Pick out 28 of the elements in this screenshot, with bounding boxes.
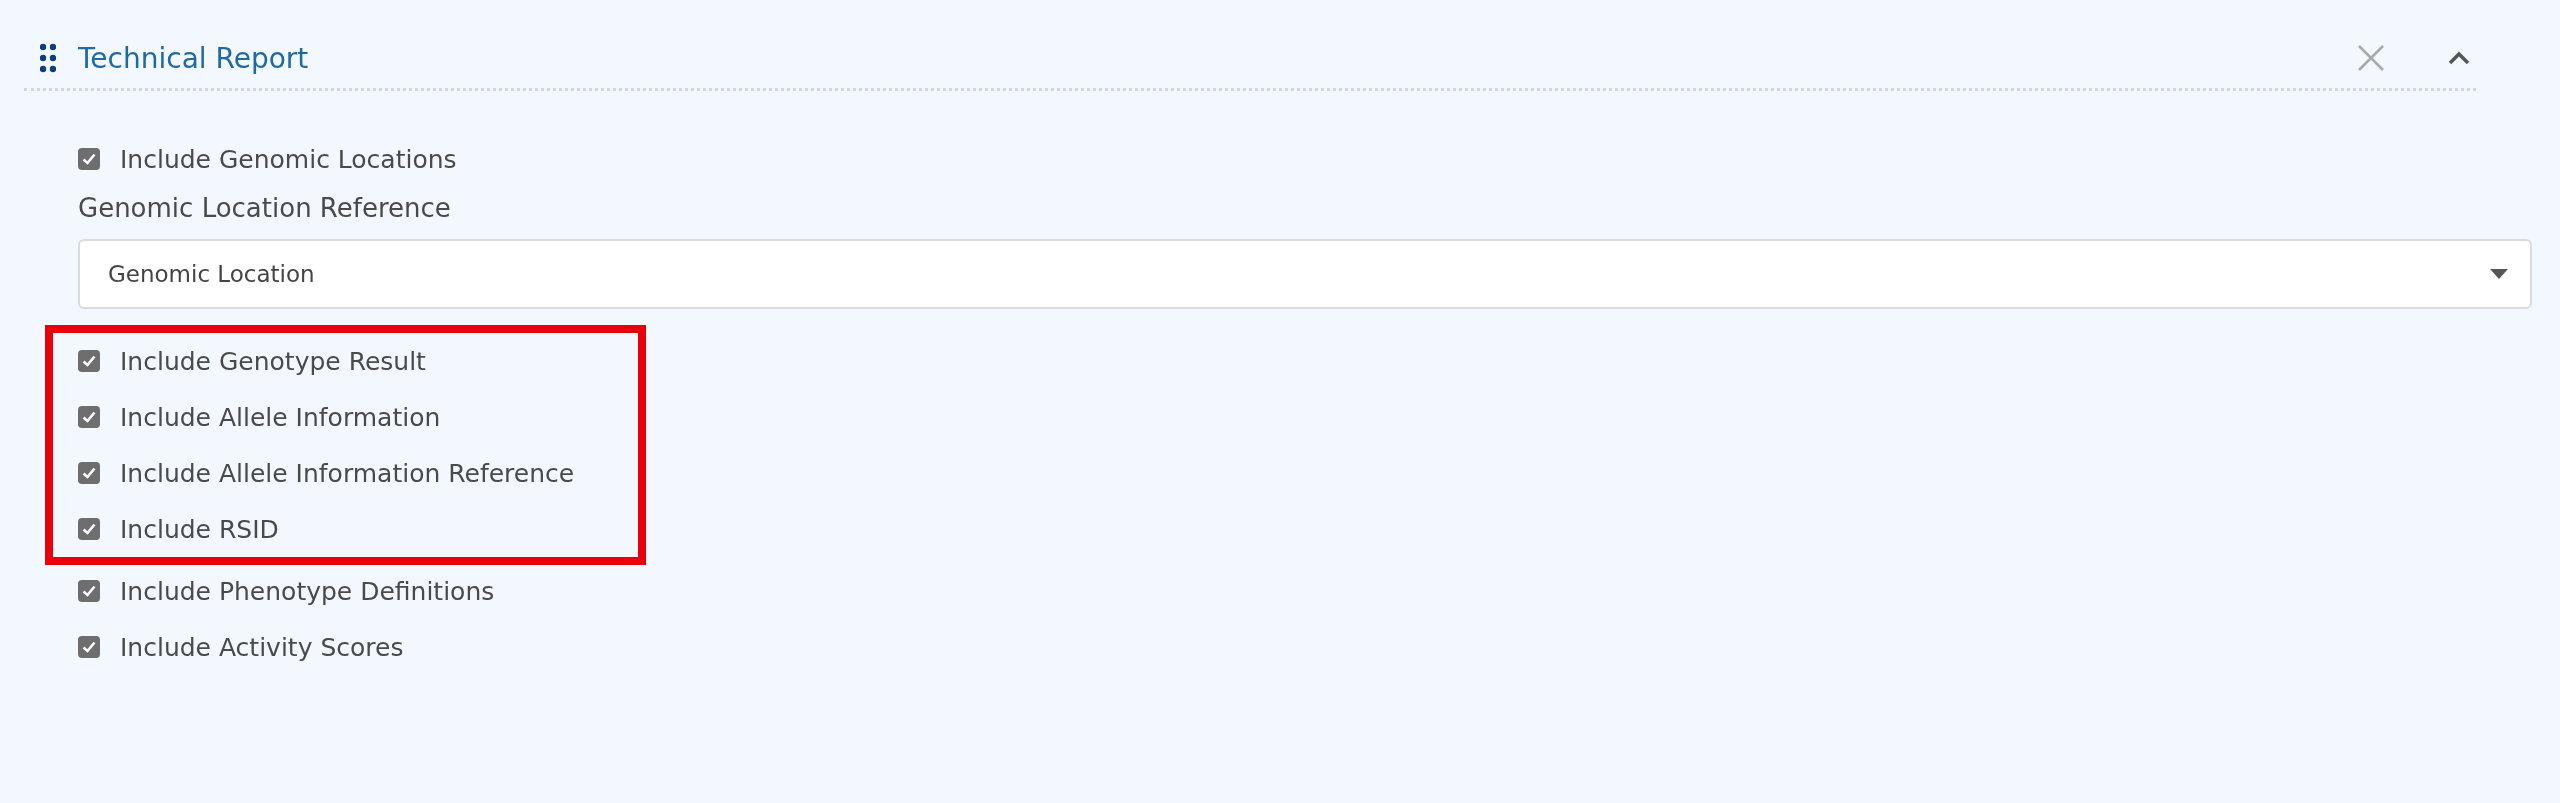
chevron-icon — [2446, 50, 2472, 66]
checkbox[interactable] — [78, 636, 100, 658]
checkbox-label: Include Genomic Locations — [120, 144, 457, 174]
checkbox[interactable] — [78, 350, 100, 372]
checkbox-label: Include Phenotype Definitions — [120, 576, 495, 606]
close-icon — [2356, 43, 2386, 73]
checkmark-icon — [82, 355, 96, 367]
dropdown-caret-icon — [2490, 269, 2508, 279]
checkbox[interactable] — [78, 462, 100, 484]
checkmark-icon — [82, 585, 96, 597]
checkmark-icon — [82, 153, 96, 165]
checkmark-icon — [82, 641, 96, 653]
panel-title: Technical Report — [78, 41, 310, 75]
checkbox-label: Include Activity Scores — [120, 632, 404, 662]
checkbox[interactable] — [78, 148, 100, 170]
checkmark-icon — [82, 467, 96, 479]
drag-handle-icon[interactable] — [40, 43, 56, 73]
checkbox[interactable] — [78, 518, 100, 540]
reference-select[interactable]: Genomic Location — [78, 239, 2532, 309]
checkbox[interactable] — [78, 406, 100, 428]
checkmark-icon — [82, 523, 96, 535]
checkbox[interactable] — [78, 580, 100, 602]
checkbox-label: Include RSID — [120, 514, 279, 544]
checkbox-label: Include Allele Information Reference — [120, 458, 575, 488]
checkbox-label: Include Allele Information — [120, 402, 441, 432]
checkmark-icon — [82, 411, 96, 423]
field-label: Genomic Location Reference — [78, 193, 452, 223]
checkbox-label: Include Genotype Result — [120, 346, 426, 376]
